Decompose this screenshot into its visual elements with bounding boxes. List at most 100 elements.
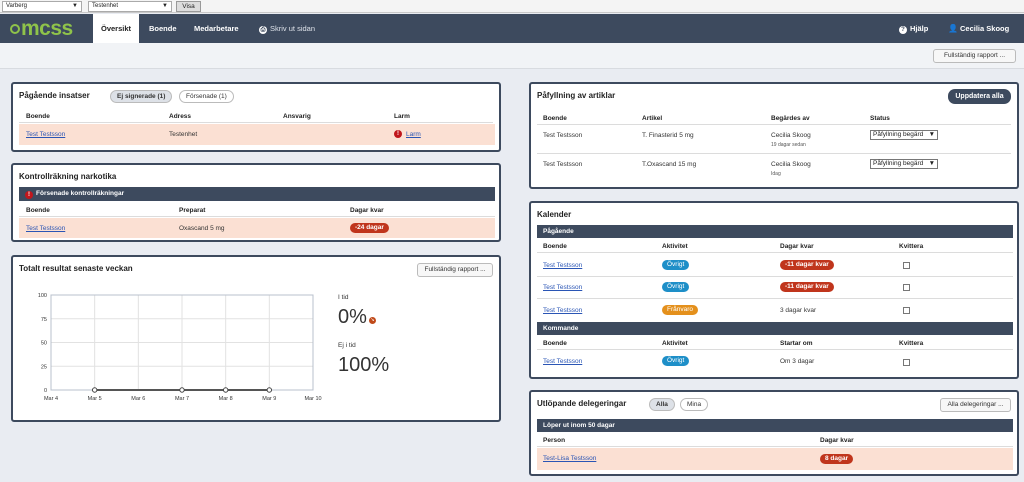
department-select[interactable]: Testenhet ▼	[88, 1, 172, 12]
alarm-link[interactable]: Larm	[406, 131, 421, 138]
acknowledge-checkbox[interactable]	[903, 359, 910, 366]
column-header: Preparat	[179, 207, 206, 214]
tab-mine[interactable]: Mina	[680, 398, 709, 411]
in-time-value: 0%	[338, 306, 367, 328]
activity-badge: Övrigt	[662, 356, 690, 366]
y-tick-label: 50	[41, 341, 47, 347]
alarm-icon: !	[394, 130, 402, 138]
show-button[interactable]: Visa	[176, 1, 201, 12]
activity-badge: Frånvaro	[662, 305, 699, 315]
data-point	[91, 387, 98, 393]
column-header: Status	[870, 115, 890, 122]
full-report-button[interactable]: Fullständig rapport ...	[417, 263, 493, 277]
days-left-badge: -24 dagar	[350, 223, 389, 233]
alert-icon: !	[25, 191, 33, 199]
requested-by-cell: Cecilia Skoog	[771, 132, 811, 139]
late-value: 100%	[338, 354, 390, 376]
column-header: Aktivitet	[662, 340, 688, 347]
divider	[537, 276, 1013, 277]
days-left-badge: 8 dagar	[820, 454, 854, 464]
days-left-badge: -11 dagar kvar	[780, 260, 834, 270]
article-cell: T.Oxascand 15 mg	[642, 161, 697, 168]
resident-link[interactable]: Test Testsson	[26, 131, 65, 138]
y-tick-label: 75	[41, 317, 47, 323]
activity-badge: Övrigt	[662, 282, 690, 292]
x-tick-label: Mar 4	[44, 396, 58, 402]
column-header: Begärdes av	[771, 115, 810, 122]
unit-select[interactable]: Varberg ▼	[2, 1, 82, 12]
panel-title: Kalender	[537, 210, 572, 219]
requested-when: 19 dagar sedan	[771, 142, 806, 148]
column-header: Boende	[543, 340, 567, 347]
ongoing-interventions-panel: Pågående insatser Ej signerade (1) Förse…	[11, 82, 501, 152]
data-point	[222, 387, 229, 393]
section-bar: Pågående	[537, 225, 1013, 238]
column-header: Aktivitet	[662, 243, 688, 250]
acknowledge-checkbox[interactable]	[903, 262, 910, 269]
column-header: Person	[543, 437, 566, 444]
trend-down-icon: ↘	[369, 317, 376, 324]
panel-title: Kontrollräkning narkotika	[19, 172, 117, 181]
acknowledge-checkbox[interactable]	[903, 307, 910, 314]
article-cell: T. Finasterid 5 mg	[642, 132, 694, 139]
divider	[19, 216, 495, 217]
column-header: Ansvarig	[283, 113, 311, 120]
full-report-button[interactable]: Fullständig rapport ...	[933, 49, 1016, 63]
divider	[537, 252, 1013, 253]
status-select[interactable]: Påfyllning begärd ▼	[870, 130, 938, 140]
unit-select-value: Varberg	[6, 3, 27, 9]
help-link[interactable]: ? Hjälp	[899, 14, 928, 43]
section-bar: ! Försenade kontrollräkningar	[19, 187, 495, 201]
calendar-panel: Kalender Pågående Boende Aktivitet Dagar…	[529, 201, 1019, 379]
resident-link[interactable]: Test Testsson	[543, 284, 582, 291]
update-all-button[interactable]: Uppdatera alla	[948, 89, 1011, 104]
status-select-value: Påfyllning begärd	[873, 160, 924, 167]
tab-late[interactable]: Försenade (1)	[179, 90, 234, 103]
chevron-down-icon: ▼	[928, 131, 935, 138]
all-delegations-button[interactable]: Alla delegeringar ...	[940, 398, 1011, 412]
column-header: Dagar kvar	[820, 437, 854, 444]
resident-cell: Test Testsson	[543, 161, 583, 168]
section-bar-label: Försenade kontrollräkningar	[36, 190, 125, 197]
chevron-down-icon: ▼	[162, 3, 168, 9]
table-row: Test Testsson Testenhet ! Larm	[19, 124, 495, 145]
user-name: Cecilia Skoog	[960, 24, 1010, 33]
user-menu[interactable]: 👤 Cecilia Skoog	[948, 14, 1009, 43]
column-header: Dagar kvar	[780, 243, 814, 250]
requested-by-cell: Cecilia Skoog	[771, 161, 811, 168]
address-cell: Testenhet	[169, 131, 198, 138]
tab-unsigned[interactable]: Ej signerade (1)	[110, 90, 173, 103]
tab-all[interactable]: Alla	[649, 398, 675, 411]
nav-tab-residents[interactable]: Boende	[149, 14, 177, 43]
person-link[interactable]: Test-Lisa Testsson	[543, 455, 596, 462]
column-header: Boende	[543, 243, 567, 250]
status-select-value: Påfyllning begärd	[873, 131, 924, 138]
starts-in-cell: Om 3 dagar	[780, 358, 815, 365]
status-select[interactable]: Påfyllning begärd ▼	[870, 159, 938, 169]
acknowledge-checkbox[interactable]	[903, 284, 910, 291]
divider	[537, 349, 1013, 350]
resident-link[interactable]: Test Testsson	[543, 358, 582, 365]
days-left-cell: 3 dagar kvar	[780, 307, 817, 314]
column-header: Boende	[26, 207, 50, 214]
top-filter-bar: Varberg ▼ Testenhet ▼ Visa	[0, 0, 1024, 13]
column-header: Larm	[394, 113, 410, 120]
column-header: Kvittera	[899, 340, 924, 347]
y-tick-label: 100	[38, 293, 47, 299]
x-tick-label: Mar 7	[175, 396, 189, 402]
panel-title: Påfyllning av artiklar	[537, 91, 616, 100]
resident-link[interactable]: Test Testsson	[543, 307, 582, 314]
drug-cell: Oxascand 5 mg	[179, 225, 225, 232]
report-bar: Fullständig rapport ...	[0, 43, 1024, 69]
nav-tab-staff[interactable]: Medarbetare	[194, 14, 239, 43]
resident-link[interactable]: Test Testsson	[543, 262, 582, 269]
help-icon: ?	[899, 26, 907, 34]
logo-text: mcss	[21, 17, 73, 40]
column-header: Startar om	[780, 340, 813, 347]
resident-link[interactable]: Test Testsson	[26, 225, 65, 232]
y-tick-label: 0	[44, 388, 47, 394]
column-header: Boende	[26, 113, 50, 120]
nav-tab-overview[interactable]: Översikt	[93, 14, 139, 43]
activity-badge: Övrigt	[662, 260, 690, 270]
print-page-link[interactable]: ⎙ Skriv ut sidan	[259, 14, 315, 43]
